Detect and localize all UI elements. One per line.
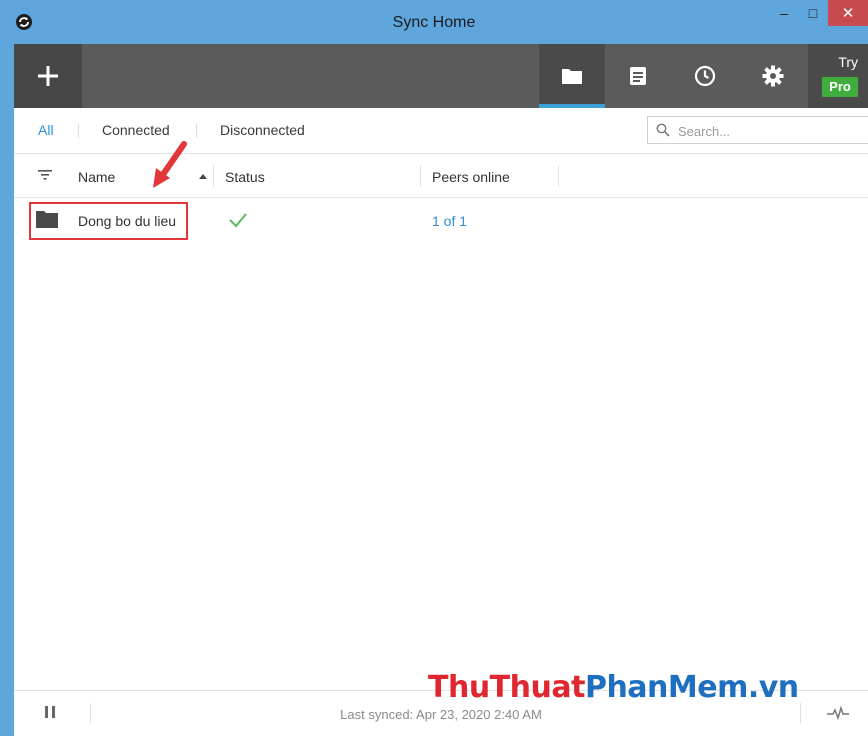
check-icon	[229, 213, 247, 228]
folder-icon	[562, 69, 582, 84]
column-name-header[interactable]: Name	[78, 169, 115, 185]
filter-all-tab[interactable]: All	[38, 122, 54, 138]
watermark-part-1: ThuThuat	[428, 670, 585, 705]
search-icon	[656, 123, 670, 137]
filter-divider	[78, 124, 79, 138]
minimize-button[interactable]: –	[770, 0, 798, 26]
tab-history[interactable]	[672, 44, 738, 108]
try-pro-button[interactable]: Try Pro	[808, 44, 868, 108]
peers-online-link[interactable]: 1 of 1	[432, 213, 467, 229]
gear-icon	[762, 65, 784, 87]
tab-settings[interactable]	[740, 44, 806, 108]
column-divider	[213, 165, 214, 187]
statusbar-divider	[800, 703, 801, 723]
watermark-part-2: PhanMem.vn	[584, 670, 799, 705]
history-clock-icon	[694, 65, 716, 87]
try-label: Try	[838, 54, 858, 70]
search-box[interactable]	[647, 116, 868, 144]
watermark-logo: ThuThuatPhanMem.vn	[428, 670, 799, 705]
filter-icon[interactable]	[37, 168, 53, 182]
maximize-button[interactable]: □	[800, 0, 826, 26]
tab-log[interactable]	[605, 44, 671, 108]
pro-badge: Pro	[822, 77, 858, 97]
close-button[interactable]: ✕	[828, 0, 868, 26]
column-status-header[interactable]: Status	[225, 169, 265, 185]
main-toolbar: Try Pro	[14, 44, 868, 108]
add-folder-button[interactable]	[14, 44, 82, 108]
column-divider	[420, 165, 421, 187]
highlight-box	[29, 202, 188, 240]
folder-row[interactable]: Dong bo du lieu 1 of 1	[14, 200, 868, 244]
column-peers-header[interactable]: Peers online	[432, 169, 510, 185]
sort-ascending-icon[interactable]	[199, 174, 207, 179]
annotation-arrow-icon	[153, 141, 187, 188]
main-content: All Connected Disconnected Name S	[14, 108, 868, 736]
app-window: Sync Home – □ ✕ Try Pro All Connected Di…	[0, 0, 868, 736]
last-synced-text: Last synced: Apr 23, 2020 2:40 AM	[340, 707, 542, 722]
activity-icon[interactable]	[826, 705, 850, 721]
column-divider	[558, 165, 559, 187]
filter-divider	[196, 124, 197, 138]
filter-disconnected-tab[interactable]: Disconnected	[220, 122, 305, 138]
title-bar[interactable]: Sync Home – □ ✕	[0, 0, 868, 44]
tab-folders[interactable]	[539, 44, 605, 108]
log-icon	[630, 67, 646, 85]
filter-connected-tab[interactable]: Connected	[102, 122, 170, 138]
window-title: Sync Home	[392, 14, 476, 31]
search-input[interactable]	[678, 121, 858, 141]
plus-icon	[38, 66, 58, 86]
